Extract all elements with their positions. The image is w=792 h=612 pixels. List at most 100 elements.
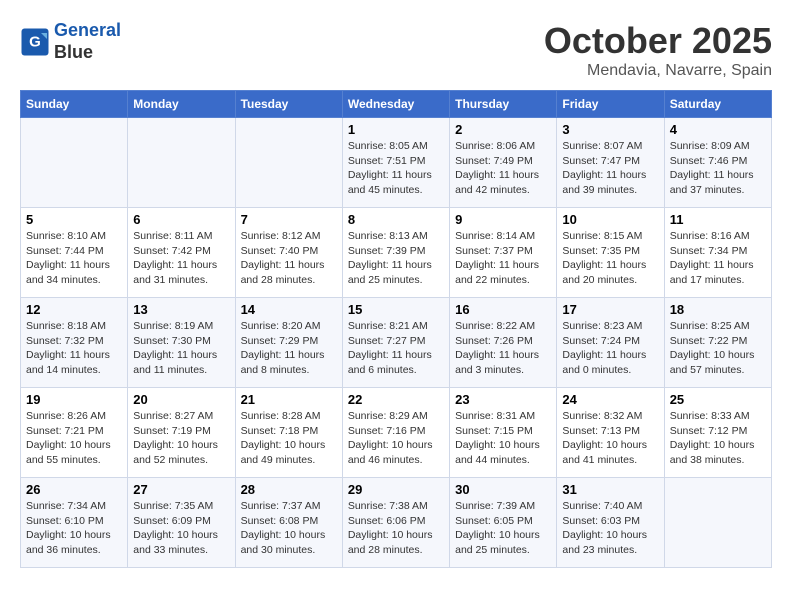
logo: G General Blue (20, 20, 121, 63)
day-number: 19 (26, 392, 122, 407)
calendar-cell: 7 Sunrise: 8:12 AM Sunset: 7:40 PM Daylig… (235, 208, 342, 298)
calendar-week-row: 19 Sunrise: 8:26 AM Sunset: 7:21 PM Dayli… (21, 388, 772, 478)
day-info: Sunrise: 7:35 AM Sunset: 6:09 PM Dayligh… (133, 499, 229, 558)
day-number: 12 (26, 302, 122, 317)
day-info: Sunrise: 8:20 AM Sunset: 7:29 PM Dayligh… (241, 319, 337, 378)
day-info: Sunrise: 8:14 AM Sunset: 7:37 PM Dayligh… (455, 229, 551, 288)
day-number: 9 (455, 212, 551, 227)
weekday-header-wednesday: Wednesday (342, 91, 449, 118)
calendar-week-row: 1Sunrise: 8:05 AM Sunset: 7:51 PM Daylig… (21, 118, 772, 208)
calendar-table: SundayMondayTuesdayWednesdayThursdayFrid… (20, 90, 772, 568)
month-title: October 2025 (544, 20, 772, 62)
day-info: Sunrise: 7:39 AM Sunset: 6:05 PM Dayligh… (455, 499, 551, 558)
logo-icon: G (20, 27, 50, 57)
calendar-week-row: 12 Sunrise: 8:18 AM Sunset: 7:32 PM Dayli… (21, 298, 772, 388)
day-number: 26 (26, 482, 122, 497)
calendar-cell: 17 Sunrise: 8:23 AM Sunset: 7:24 PM Dayli… (557, 298, 664, 388)
day-number: 30 (455, 482, 551, 497)
calendar-cell (21, 118, 128, 208)
svg-text:G: G (29, 33, 41, 50)
logo-general: General (54, 20, 121, 40)
day-number: 1 (348, 122, 444, 137)
day-info: Sunrise: 8:23 AM Sunset: 7:24 PM Dayligh… (562, 319, 658, 378)
page-header: G General Blue October 2025 Mendavia, Na… (20, 20, 772, 80)
day-number: 24 (562, 392, 658, 407)
calendar-cell: 20 Sunrise: 8:27 AM Sunset: 7:19 PM Dayli… (128, 388, 235, 478)
day-info: Sunrise: 8:13 AM Sunset: 7:39 PM Dayligh… (348, 229, 444, 288)
day-info: Sunrise: 8:32 AM Sunset: 7:13 PM Dayligh… (562, 409, 658, 468)
day-info: Sunrise: 8:19 AM Sunset: 7:30 PM Dayligh… (133, 319, 229, 378)
calendar-cell: 15Sunrise: 8:21 AM Sunset: 7:27 PM Dayli… (342, 298, 449, 388)
day-info: Sunrise: 8:09 AM Sunset: 7:46 PM Dayligh… (670, 139, 766, 198)
day-info: Sunrise: 7:40 AM Sunset: 6:03 PM Dayligh… (562, 499, 658, 558)
day-info: Sunrise: 8:29 AM Sunset: 7:16 PM Dayligh… (348, 409, 444, 468)
weekday-header-sunday: Sunday (21, 91, 128, 118)
location: Mendavia, Navarre, Spain (544, 62, 772, 80)
day-info: Sunrise: 8:18 AM Sunset: 7:32 PM Dayligh… (26, 319, 122, 378)
day-number: 4 (670, 122, 766, 137)
calendar-cell: 18Sunrise: 8:25 AM Sunset: 7:22 PM Dayli… (664, 298, 771, 388)
calendar-cell: 16Sunrise: 8:22 AM Sunset: 7:26 PM Dayli… (450, 298, 557, 388)
calendar-cell: 22 Sunrise: 8:29 AM Sunset: 7:16 PM Dayli… (342, 388, 449, 478)
calendar-cell: 6Sunrise: 8:11 AM Sunset: 7:42 PM Daylig… (128, 208, 235, 298)
calendar-week-row: 5 Sunrise: 8:10 AM Sunset: 7:44 PM Daylig… (21, 208, 772, 298)
day-info: Sunrise: 8:10 AM Sunset: 7:44 PM Dayligh… (26, 229, 122, 288)
day-number: 16 (455, 302, 551, 317)
day-number: 22 (348, 392, 444, 407)
calendar-cell (664, 478, 771, 568)
calendar-cell: 29Sunrise: 7:38 AM Sunset: 6:06 PM Dayli… (342, 478, 449, 568)
day-info: Sunrise: 8:31 AM Sunset: 7:15 PM Dayligh… (455, 409, 551, 468)
calendar-cell: 30 Sunrise: 7:39 AM Sunset: 6:05 PM Dayli… (450, 478, 557, 568)
calendar-cell: 21 Sunrise: 8:28 AM Sunset: 7:18 PM Dayli… (235, 388, 342, 478)
day-info: Sunrise: 8:16 AM Sunset: 7:34 PM Dayligh… (670, 229, 766, 288)
day-info: Sunrise: 8:21 AM Sunset: 7:27 PM Dayligh… (348, 319, 444, 378)
day-number: 29 (348, 482, 444, 497)
day-number: 11 (670, 212, 766, 227)
day-number: 21 (241, 392, 337, 407)
day-info: Sunrise: 8:33 AM Sunset: 7:12 PM Dayligh… (670, 409, 766, 468)
day-number: 18 (670, 302, 766, 317)
day-number: 20 (133, 392, 229, 407)
day-number: 5 (26, 212, 122, 227)
day-number: 8 (348, 212, 444, 227)
calendar-cell: 24 Sunrise: 8:32 AM Sunset: 7:13 PM Dayli… (557, 388, 664, 478)
calendar-cell: 8 Sunrise: 8:13 AM Sunset: 7:39 PM Daylig… (342, 208, 449, 298)
calendar-cell: 14Sunrise: 8:20 AM Sunset: 7:29 PM Dayli… (235, 298, 342, 388)
calendar-cell: 4 Sunrise: 8:09 AM Sunset: 7:46 PM Daylig… (664, 118, 771, 208)
weekday-header-row: SundayMondayTuesdayWednesdayThursdayFrid… (21, 91, 772, 118)
day-number: 6 (133, 212, 229, 227)
calendar-cell (235, 118, 342, 208)
day-info: Sunrise: 8:06 AM Sunset: 7:49 PM Dayligh… (455, 139, 551, 198)
day-info: Sunrise: 8:27 AM Sunset: 7:19 PM Dayligh… (133, 409, 229, 468)
calendar-cell: 27 Sunrise: 7:35 AM Sunset: 6:09 PM Dayli… (128, 478, 235, 568)
calendar-cell: 19 Sunrise: 8:26 AM Sunset: 7:21 PM Dayli… (21, 388, 128, 478)
logo-text: General Blue (54, 20, 121, 63)
calendar-week-row: 26 Sunrise: 7:34 AM Sunset: 6:10 PM Dayli… (21, 478, 772, 568)
calendar-cell: 3Sunrise: 8:07 AM Sunset: 7:47 PM Daylig… (557, 118, 664, 208)
day-number: 23 (455, 392, 551, 407)
day-info: Sunrise: 7:34 AM Sunset: 6:10 PM Dayligh… (26, 499, 122, 558)
day-number: 28 (241, 482, 337, 497)
calendar-cell: 1Sunrise: 8:05 AM Sunset: 7:51 PM Daylig… (342, 118, 449, 208)
day-info: Sunrise: 8:12 AM Sunset: 7:40 PM Dayligh… (241, 229, 337, 288)
weekday-header-saturday: Saturday (664, 91, 771, 118)
day-number: 25 (670, 392, 766, 407)
calendar-cell: 11 Sunrise: 8:16 AM Sunset: 7:34 PM Dayli… (664, 208, 771, 298)
calendar-cell: 2 Sunrise: 8:06 AM Sunset: 7:49 PM Daylig… (450, 118, 557, 208)
calendar-cell (128, 118, 235, 208)
day-number: 27 (133, 482, 229, 497)
day-number: 17 (562, 302, 658, 317)
calendar-cell: 5 Sunrise: 8:10 AM Sunset: 7:44 PM Daylig… (21, 208, 128, 298)
day-info: Sunrise: 8:26 AM Sunset: 7:21 PM Dayligh… (26, 409, 122, 468)
weekday-header-tuesday: Tuesday (235, 91, 342, 118)
weekday-header-thursday: Thursday (450, 91, 557, 118)
calendar-cell: 12 Sunrise: 8:18 AM Sunset: 7:32 PM Dayli… (21, 298, 128, 388)
day-number: 3 (562, 122, 658, 137)
calendar-cell: 28Sunrise: 7:37 AM Sunset: 6:08 PM Dayli… (235, 478, 342, 568)
calendar-cell: 26 Sunrise: 7:34 AM Sunset: 6:10 PM Dayli… (21, 478, 128, 568)
weekday-header-friday: Friday (557, 91, 664, 118)
day-number: 7 (241, 212, 337, 227)
calendar-cell: 10Sunrise: 8:15 AM Sunset: 7:35 PM Dayli… (557, 208, 664, 298)
day-info: Sunrise: 8:28 AM Sunset: 7:18 PM Dayligh… (241, 409, 337, 468)
day-number: 2 (455, 122, 551, 137)
